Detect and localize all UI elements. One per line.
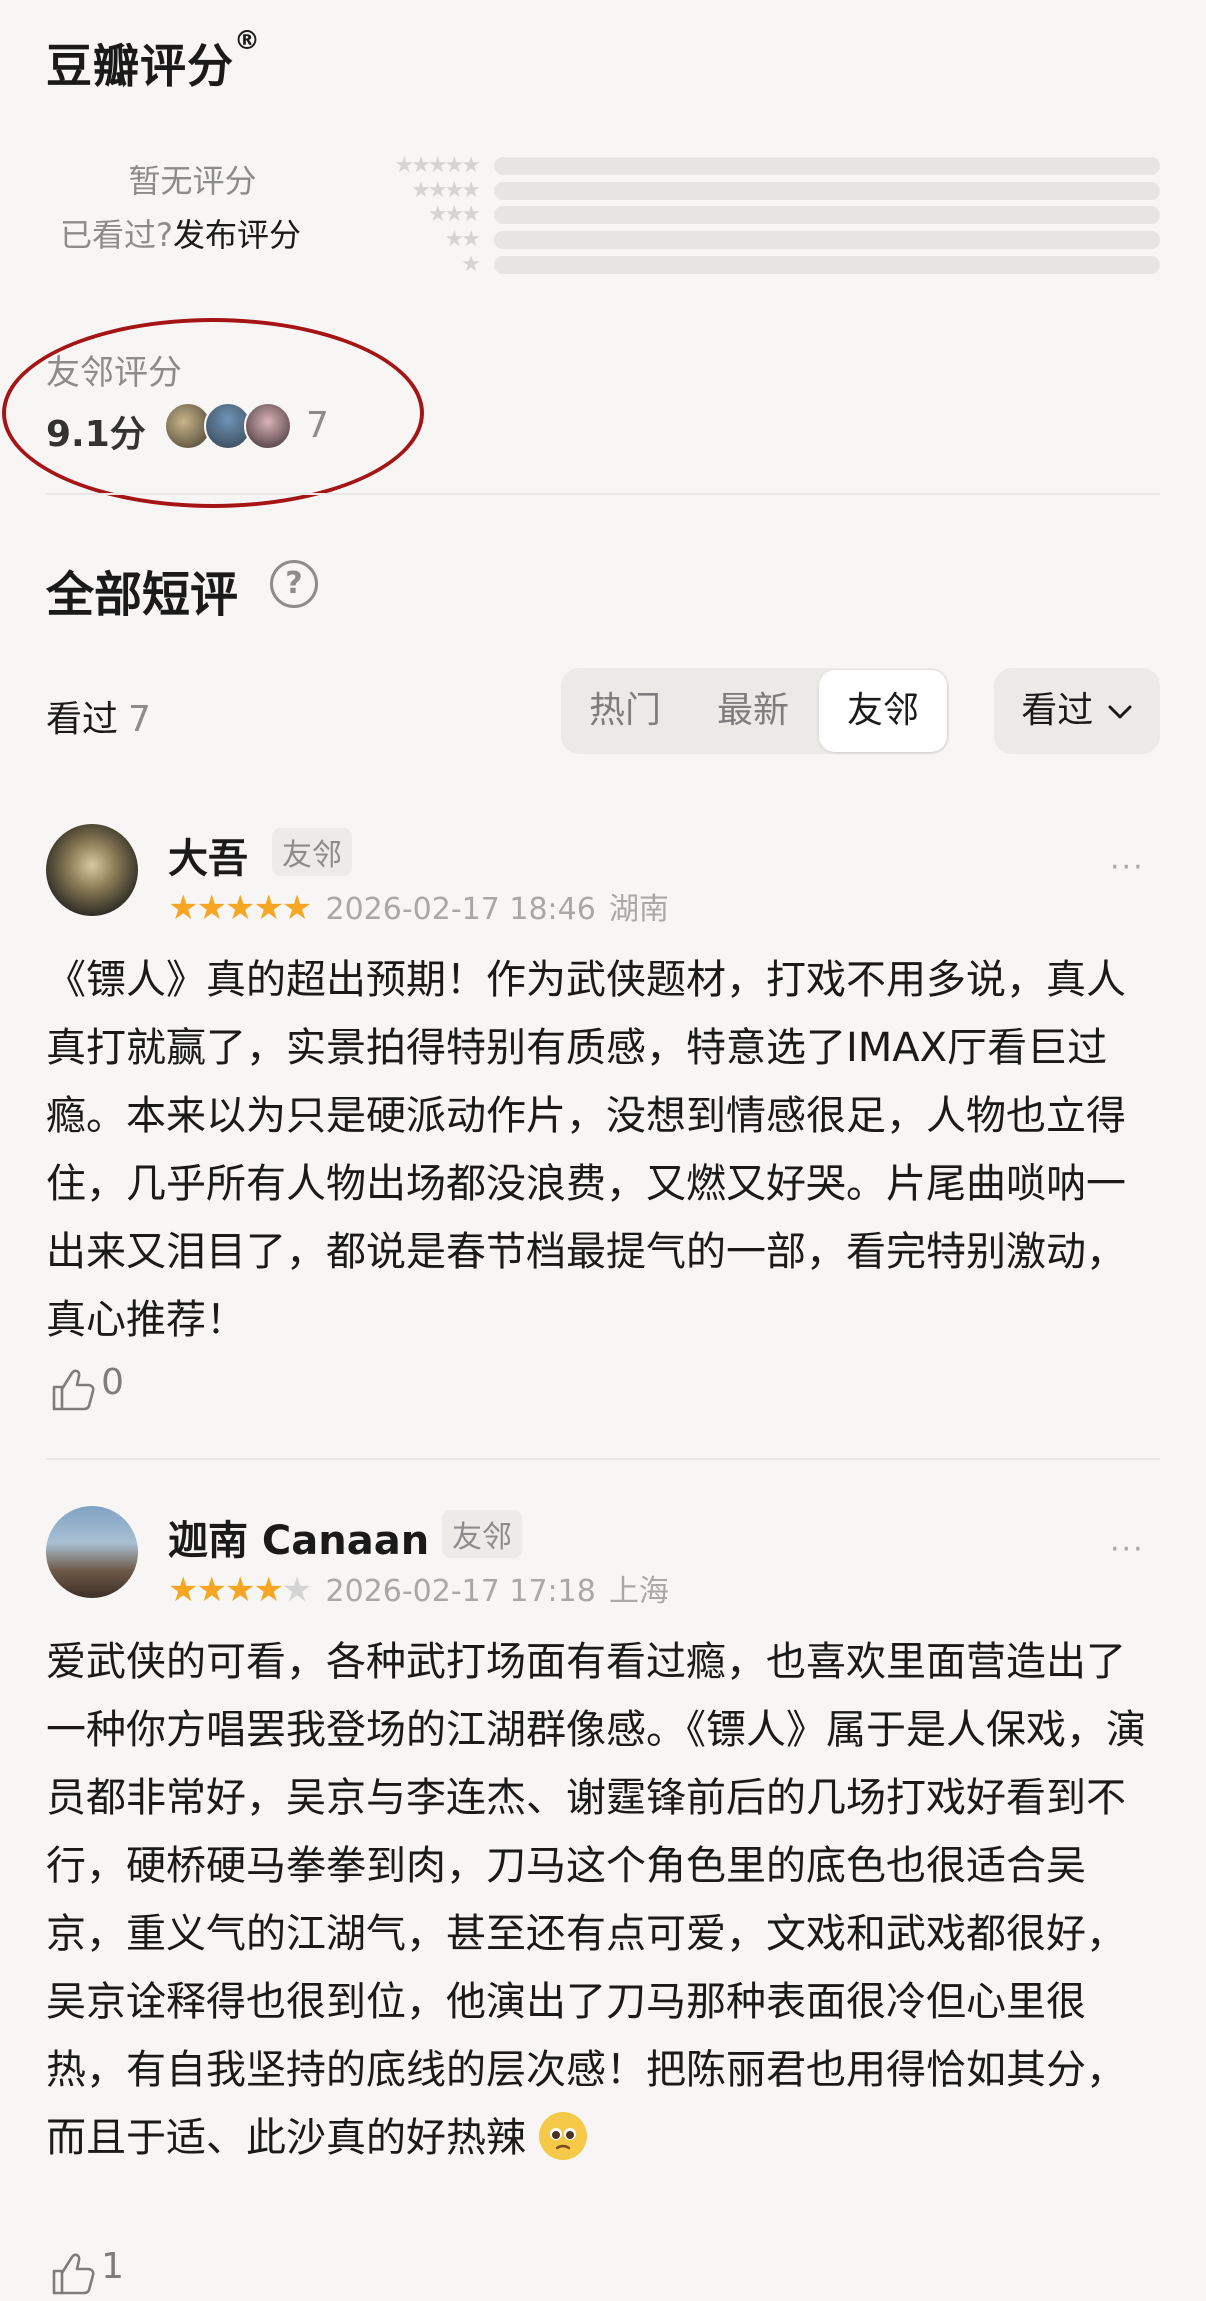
rating-title: 豆瓣评分® xyxy=(46,26,261,96)
divider xyxy=(46,1458,1160,1460)
review-date: 2026-02-17 17:18 xyxy=(325,1574,596,1609)
review-location: 上海 xyxy=(608,1574,669,1609)
avatar[interactable] xyxy=(46,1506,138,1598)
seen-filter-label: 看过 7 xyxy=(46,690,151,742)
pleading-face-icon xyxy=(538,2112,587,2160)
review-text: 爱武侠的可看，各种武打场面有看过瘾，也喜欢里面营造出了一种你方唱罢我登场的江湖群… xyxy=(46,1628,1160,2172)
avatar[interactable] xyxy=(46,824,138,916)
review-username[interactable]: 大吾 xyxy=(168,826,248,884)
help-icon[interactable]: ? xyxy=(270,560,318,608)
seen-question: 已看过? xyxy=(60,216,173,254)
more-options-icon[interactable]: ··· xyxy=(1110,1532,1145,1567)
neighbor-tag: 友邻 xyxy=(442,1510,522,1558)
divider xyxy=(46,493,1160,495)
like-count: 1 xyxy=(101,2246,124,2287)
tab-hot[interactable]: 热门 xyxy=(561,668,689,754)
seen-count: 7 xyxy=(128,699,151,740)
thumbs-up-icon xyxy=(52,2253,95,2294)
star-row-3: ★★★ xyxy=(427,202,481,227)
dropdown-label: 看过 xyxy=(1021,690,1094,731)
review-username[interactable]: 迦南 Canaan xyxy=(168,1508,429,1566)
like-button[interactable]: 0 xyxy=(50,1362,124,1413)
post-rating-link[interactable]: 发布评分 xyxy=(173,216,301,254)
tab-neighbor[interactable]: 友邻 xyxy=(819,670,947,752)
more-options-icon[interactable]: ··· xyxy=(1110,850,1145,885)
star-row-4: ★★★★ xyxy=(411,178,481,203)
review-date: 2026-02-17 18:46 xyxy=(325,892,596,927)
review-text: 《镖人》真的超出预期！作为武侠题材，打戏不用多说，真人真打就赢了，实景拍得特别有… xyxy=(46,957,1126,1343)
no-rating-text: 暂无评分 xyxy=(128,162,257,200)
rating-bar-5 xyxy=(494,157,1160,175)
rating-bar-3 xyxy=(494,206,1160,224)
rating-stars: ★★★★★ xyxy=(168,1570,312,1610)
rating-bar-2 xyxy=(494,231,1160,249)
neighbor-tag: 友邻 xyxy=(272,828,352,876)
tab-latest[interactable]: 最新 xyxy=(689,668,817,754)
review-location: 湖南 xyxy=(608,892,669,927)
section-title: 全部短评 xyxy=(46,567,239,623)
rating-bar-1 xyxy=(494,256,1160,274)
sort-tabs: 热门 最新 友邻 xyxy=(561,668,949,754)
chevron-down-icon xyxy=(1108,705,1132,719)
like-count: 0 xyxy=(101,1362,124,1403)
review-meta: ★★★★★ 2026-02-17 17:18 上海 xyxy=(168,1566,669,1610)
rating-title-text: 豆瓣评分 xyxy=(46,39,234,93)
star-row-1: ★ xyxy=(461,252,481,277)
watch-status-dropdown[interactable]: 看过 xyxy=(994,668,1160,754)
seen-label: 看过 xyxy=(46,699,119,740)
rating-stars: ★★★★★ xyxy=(168,888,312,928)
like-button[interactable]: 1 xyxy=(50,2246,124,2297)
star-row-5: ★★★★★ xyxy=(394,153,481,178)
registered-mark: ® xyxy=(234,26,261,56)
review-meta: ★★★★★ 2026-02-17 18:46 湖南 xyxy=(168,884,669,928)
review-text-body: 爱武侠的可看，各种武打场面有看过瘾，也喜欢里面营造出了一种你方唱罢我登场的江湖群… xyxy=(46,1639,1146,2161)
rating-bar-4 xyxy=(494,182,1160,200)
thumbs-up-icon xyxy=(52,1369,95,1410)
seen-prompt: 已看过?发布评分 xyxy=(60,210,301,256)
annotation-circle xyxy=(2,318,424,508)
star-row-2: ★★ xyxy=(444,227,481,252)
